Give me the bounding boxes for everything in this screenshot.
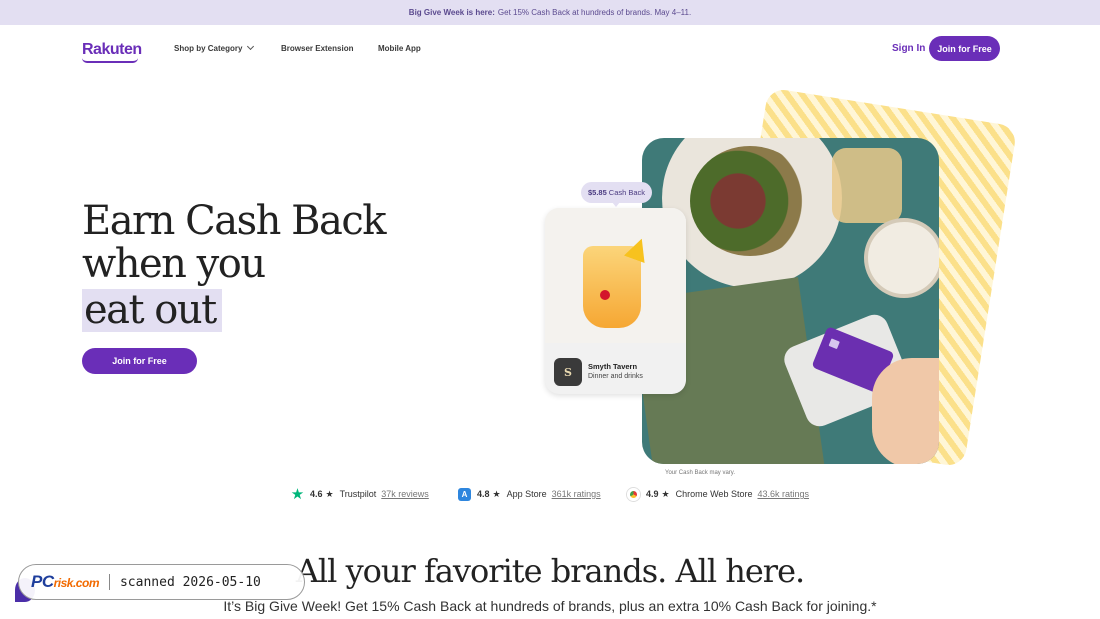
merchant-category: Dinner and drinks [588, 373, 643, 380]
merchant-logo: S [554, 358, 582, 386]
rating-source: Trustpilot [339, 489, 377, 499]
rating-app-store: A 4.8 ★ App Store 361k ratings [458, 486, 601, 502]
cash-back-disclaimer: Your Cash Back may vary. [665, 470, 736, 476]
trustpilot-star-icon: ★ [290, 485, 305, 503]
pcrisk-logo-rest: risk.com [53, 576, 100, 590]
pcrisk-logo-main: PC [31, 572, 54, 591]
join-for-free-hero-button[interactable]: Join for Free [82, 348, 197, 374]
cocktail-glass-image [832, 148, 902, 223]
foam-drink-image [864, 218, 939, 298]
chevron-down-icon [247, 42, 255, 51]
dining-photo [642, 138, 939, 464]
bubble-tail [612, 202, 620, 207]
cherry-icon [600, 290, 610, 300]
nav-browser-extension[interactable]: Browser Extension [281, 44, 353, 53]
watermark-scanned-text: scanned 2026-05-10 [119, 574, 261, 590]
star-icon: ★ [661, 488, 670, 499]
hero-headline-line2: when you [82, 241, 266, 287]
rating-count-link[interactable]: 43.6k ratings [757, 489, 809, 499]
star-icon: ★ [492, 488, 501, 499]
join-for-free-header-button[interactable]: Join for Free [929, 36, 1000, 61]
pcrisk-logo: PCrisk.com [31, 572, 99, 592]
drink-photo [545, 208, 686, 343]
hero-headline-line1: Earn Cash Back [82, 198, 386, 244]
hand-image [872, 358, 939, 464]
pcrisk-watermark: PCrisk.com scanned 2026-05-10 [18, 564, 305, 600]
rating-source: Chrome Web Store [675, 489, 753, 499]
promo-banner-text: Get 15% Cash Back at hundreds of brands.… [497, 8, 692, 17]
brands-section-subtitle: It’s Big Give Week! Get 15% Cash Back at… [223, 598, 877, 614]
nav-shop-by-category[interactable]: Shop by Category [174, 42, 255, 53]
cash-back-bubble: $5.85 Cash Back [581, 182, 653, 203]
promo-banner[interactable]: Big Give Week is here: Get 15% Cash Back… [0, 0, 1100, 25]
rating-count-link[interactable]: 361k ratings [552, 489, 601, 499]
logo-swoosh-icon [82, 58, 138, 63]
watermark-divider [108, 574, 110, 590]
chrome-web-store-icon [627, 487, 640, 501]
rating-score: 4.8 [477, 489, 490, 499]
rating-count-link[interactable]: 37k reviews [381, 489, 429, 499]
cash-back-amount: $5.85 [588, 188, 607, 197]
sign-in-link[interactable]: Sign In [892, 43, 925, 54]
nav-mobile-app[interactable]: Mobile App [378, 44, 421, 53]
hero-headline: Earn Cash Back when you eat out [82, 198, 386, 332]
cash-back-label: Cash Back [608, 188, 646, 197]
steak-salad-image [690, 146, 810, 256]
rating-score: 4.9 [646, 489, 659, 499]
rating-trustpilot: ★ 4.6 ★ Trustpilot 37k reviews [291, 486, 429, 502]
top-nav: Rakuten Shop by Category Browser Extensi… [0, 25, 1100, 73]
promo-banner-bold: Big Give Week is here: [408, 8, 495, 17]
hero-headline-highlight: eat out [82, 289, 222, 332]
rating-chrome-web-store: 4.9 ★ Chrome Web Store 43.6k ratings [627, 486, 809, 502]
nav-shop-by-category-label: Shop by Category [174, 44, 243, 53]
merchant-name: Smyth Tavern [588, 362, 638, 371]
merchant-card: S Smyth Tavern Dinner and drinks [545, 208, 686, 394]
rating-source: App Store [506, 489, 547, 499]
app-store-icon: A [458, 487, 471, 501]
rakuten-logo[interactable]: Rakuten [82, 41, 142, 59]
rating-score: 4.6 [310, 489, 323, 499]
card-chip-icon [828, 338, 840, 350]
star-icon: ★ [325, 488, 334, 499]
